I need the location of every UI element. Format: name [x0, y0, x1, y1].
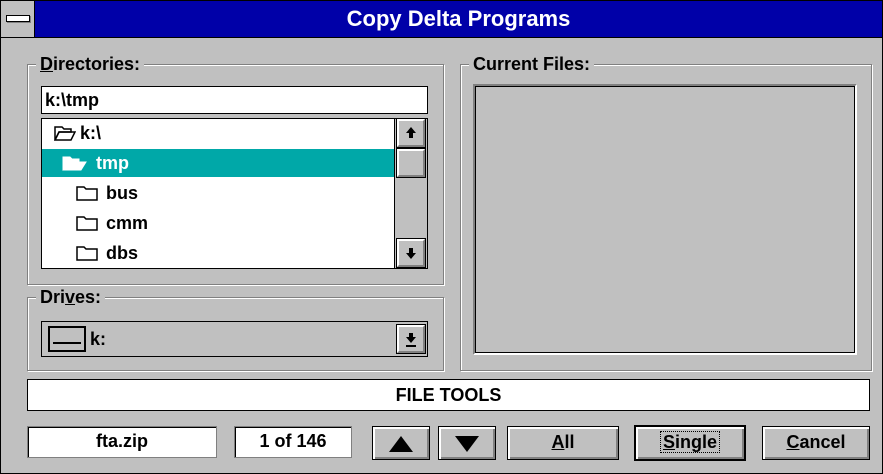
current-files-list-inner [475, 86, 855, 353]
cancel-button[interactable]: Cancel [762, 426, 870, 460]
up-arrow-icon [389, 436, 413, 452]
list-item-k-root[interactable]: k:\ [42, 119, 394, 147]
dialog-window: Copy Delta Programs Directories: k:\tmp … [0, 0, 883, 474]
down-arrow-icon [455, 436, 479, 452]
drives-selected-value: k: [90, 329, 107, 349]
next-button[interactable] [438, 426, 496, 460]
list-item-label: k:\ [80, 123, 102, 143]
system-menu-button[interactable] [1, 1, 35, 37]
folder-icon [76, 246, 98, 261]
directories-legend: Directories: [36, 53, 145, 75]
list-item-tmp[interactable]: tmp [42, 149, 394, 177]
current-files-list[interactable] [473, 84, 857, 355]
focus-rectangle: Single [659, 431, 721, 453]
single-button[interactable]: Single [634, 425, 746, 461]
directories-scrollbar[interactable] [394, 119, 427, 268]
list-item-cmm[interactable]: cmm [42, 209, 394, 237]
window-title: Copy Delta Programs [346, 6, 571, 31]
folder-icon [76, 216, 98, 231]
list-item-dbs[interactable]: dbs [42, 239, 394, 267]
filename-field: fta.zip [27, 426, 217, 458]
open-folder-icon [54, 126, 76, 141]
system-menu-icon [6, 15, 30, 22]
list-item-label: cmm [106, 213, 149, 233]
current-files-legend: Current Files: [469, 53, 595, 75]
drive-icon [48, 326, 86, 352]
status-bar: FILE TOOLS [27, 379, 870, 411]
up-arrow-icon [406, 127, 416, 138]
open-folder-icon [62, 156, 87, 171]
file-counter: 1 of 146 [234, 426, 352, 458]
down-arrow-icon [406, 248, 416, 259]
scroll-up-button[interactable] [396, 119, 426, 148]
all-button[interactable]: All [507, 426, 619, 460]
previous-button[interactable] [372, 426, 430, 460]
list-item-label: bus [106, 183, 139, 203]
directory-path-field[interactable]: k:\tmp [41, 86, 428, 114]
drives-legend: Drives: [36, 286, 106, 308]
title-bar[interactable]: Copy Delta Programs [1, 1, 882, 38]
list-item-bus[interactable]: bus [42, 179, 394, 207]
directories-list[interactable]: k:\ tmp bus cmm dbs [41, 118, 428, 269]
drives-dropdown-button[interactable] [396, 324, 426, 354]
list-item-label: tmp [96, 153, 129, 173]
drives-combobox[interactable]: k: [41, 321, 428, 357]
scroll-down-button[interactable] [396, 238, 426, 268]
chevron-down-icon [406, 333, 416, 347]
scroll-thumb[interactable] [396, 148, 426, 178]
list-item-label: dbs [106, 243, 139, 263]
folder-icon [76, 186, 98, 201]
